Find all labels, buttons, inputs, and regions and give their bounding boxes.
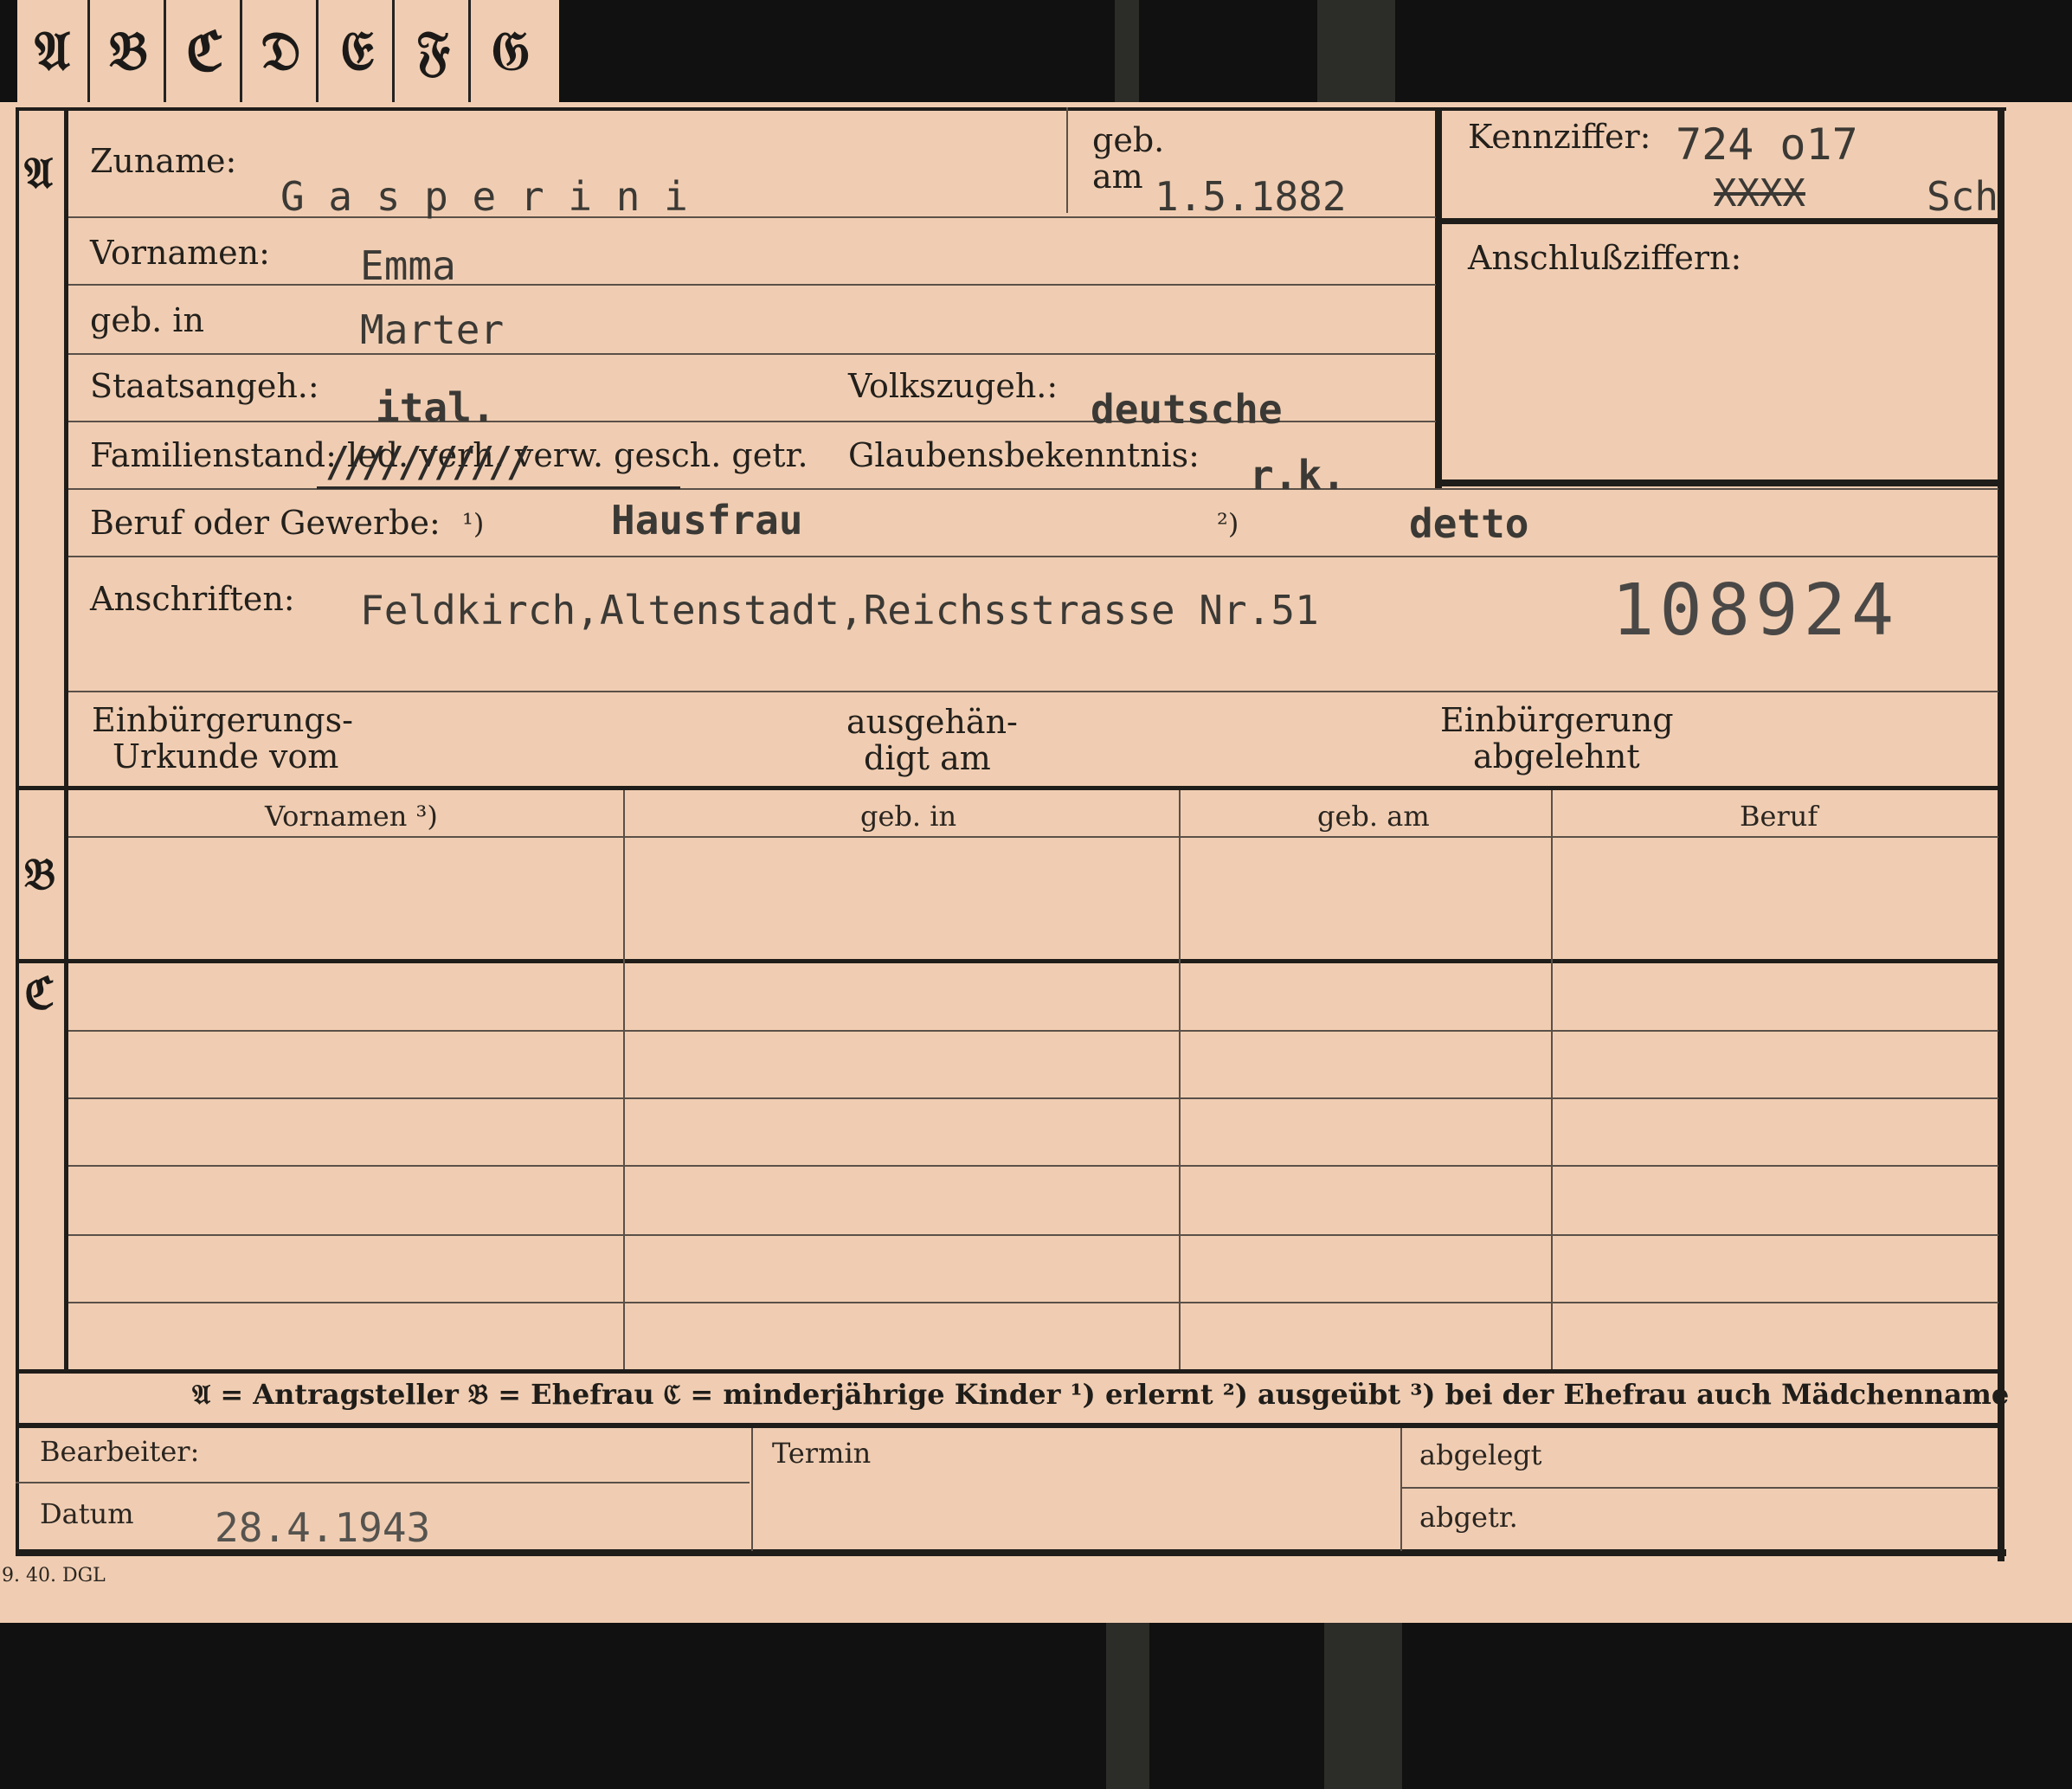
scanner-bar <box>1324 1623 1402 1789</box>
vornamen-value: Emma <box>360 242 456 289</box>
geb-label: geb. <box>1092 121 1165 159</box>
kennziffer-strike-text: XXXX <box>1714 171 1805 216</box>
tab-b: 𝔅 <box>93 0 166 102</box>
geb-in-label: geb. in <box>90 301 204 339</box>
beruf-ausgeuebt-value: detto <box>1409 500 1529 547</box>
staatsangeh-label: Staatsangeh.: <box>90 367 319 405</box>
table-header-geb-am: geb. am <box>1317 800 1430 833</box>
kennziffer-value: 724 o17 <box>1676 119 1858 170</box>
anschriften-value: Feldkirch,Altenstadt,Reichsstrasse Nr.51 <box>360 587 1319 634</box>
stamp-number: 108924 <box>1612 570 1900 652</box>
termin-label: Termin <box>772 1437 872 1470</box>
einb-urkunde-label-1: Einbürgerungs- <box>92 701 353 739</box>
familienstand-underline <box>317 486 680 489</box>
table-header-vornamen: Vornamen ³) <box>265 800 438 833</box>
tab-f: 𝔉 <box>398 0 471 102</box>
scanner-bar <box>1317 0 1395 102</box>
volkszugeh-value: deutsche <box>1091 386 1283 433</box>
ausgehaendigt-label-2: digt am <box>864 739 991 777</box>
beruf-note-2: ²) <box>1217 507 1239 540</box>
beruf-erlernt-value: Hausfrau <box>611 497 803 544</box>
einb-abgelehnt-label-2: abgelehnt <box>1473 737 1640 775</box>
volkszugeh-label: Volkszugeh.: <box>848 367 1059 405</box>
bearbeiter-label: Bearbeiter: <box>40 1435 200 1468</box>
tab-c: ℭ <box>170 0 242 102</box>
anschriften-label: Anschriften: <box>90 580 295 618</box>
tab-a: 𝔄 <box>17 0 90 102</box>
datum-value: 28.4.1943 <box>215 1504 431 1551</box>
tab-d: 𝔇 <box>246 0 319 102</box>
familienstand-strike: /////////// <box>325 438 531 486</box>
zuname-label: Zuname: <box>90 142 237 180</box>
einb-urkunde-label-2: Urkunde vom <box>113 737 339 775</box>
glaubensbekenntnis-label: Glaubensbekenntnis: <box>848 436 1200 474</box>
scanner-bar <box>1106 1623 1149 1789</box>
ausgehaendigt-label-1: ausgehän- <box>846 703 1018 741</box>
abgetr-label: abgetr. <box>1419 1501 1518 1534</box>
section-a-label: 𝔄 <box>24 147 54 198</box>
beruf-label: Beruf oder Gewerbe: <box>90 504 441 542</box>
print-code: 9. 40. DGL <box>2 1565 106 1586</box>
table-header-geb-in: geb. in <box>860 800 957 833</box>
scanner-bar <box>1115 0 1139 102</box>
kennziffer-suffix: Sch <box>1927 173 1999 220</box>
beruf-note-1: ¹) <box>462 507 485 540</box>
einb-abgelehnt-label-1: Einbürgerung <box>1440 701 1674 739</box>
geb-am-label: am <box>1092 158 1143 196</box>
tab-g: 𝔊 <box>474 0 547 102</box>
zuname-value: G a s p e r i n i <box>280 173 688 220</box>
table-header-beruf: Beruf <box>1740 800 1818 833</box>
legend-text: 𝔄 = Antragsteller 𝔅 = Ehefrau ℭ = minder… <box>192 1378 2010 1411</box>
kennziffer-label: Kennziffer: <box>1468 118 1651 156</box>
anschluss-label: Anschlußziffern: <box>1468 239 1742 277</box>
vornamen-label: Vornamen: <box>90 234 270 272</box>
staatsangeh-value: ital. <box>376 384 496 431</box>
geb-in-value: Marter <box>360 306 505 353</box>
index-tabs: 𝔄 𝔅 ℭ 𝔇 𝔈 𝔉 𝔊 <box>17 0 559 102</box>
datum-label: Datum <box>40 1497 134 1530</box>
section-c-label: ℭ <box>24 968 55 1019</box>
glaubensbekenntnis-value: r.k. <box>1250 452 1346 499</box>
geburtsdatum-value: 1.5.1882 <box>1155 173 1347 220</box>
abgelegt-label: abgelegt <box>1419 1438 1542 1471</box>
tab-e: 𝔈 <box>322 0 395 102</box>
section-b-label: 𝔅 <box>24 848 56 899</box>
kennziffer-struck: XXXX <box>1714 171 1805 216</box>
registration-card: 𝔄 𝔅 ℭ Zuname: G a s p e r i n i geb. am … <box>0 102 2072 1623</box>
